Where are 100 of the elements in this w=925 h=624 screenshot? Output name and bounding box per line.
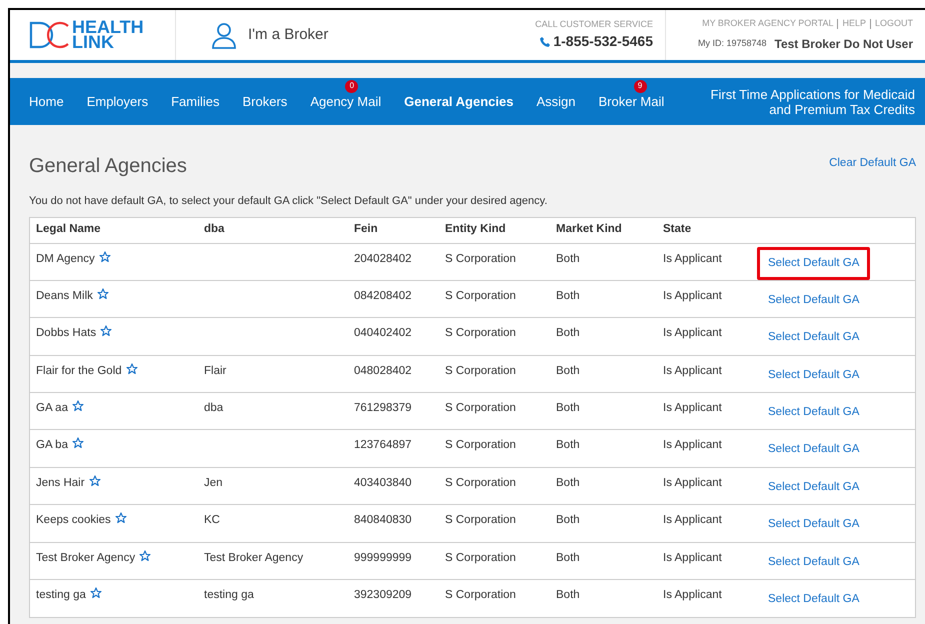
table-cell: Flair for the Gold bbox=[36, 364, 122, 377]
header-link[interactable]: MY BROKER AGENCY PORTAL bbox=[702, 17, 834, 31]
table-cell: Both bbox=[556, 476, 580, 489]
star-icon[interactable] bbox=[139, 550, 152, 562]
nav-link[interactable]: Brokers bbox=[242, 94, 288, 109]
logo-text: HEALTH bbox=[72, 20, 144, 35]
table-cell: Both bbox=[556, 589, 580, 602]
nav-link[interactable]: Assign bbox=[536, 94, 576, 109]
table-cell: Is Applicant bbox=[663, 364, 722, 377]
table-cell: testing ga bbox=[204, 589, 254, 602]
table-cell: KC bbox=[204, 514, 220, 526]
table-cell: Both bbox=[556, 402, 580, 414]
table-cell: 040402402 bbox=[354, 327, 412, 340]
table-cell: Is Applicant bbox=[663, 402, 722, 414]
table-cell: Deans Milk bbox=[36, 290, 93, 302]
table-cell: Both bbox=[556, 290, 580, 302]
table-cell: Dobbs Hats bbox=[36, 327, 96, 340]
table-cell: S Corporation bbox=[445, 552, 516, 564]
nav-link[interactable]: Families bbox=[171, 94, 220, 109]
column-header: Fein bbox=[354, 223, 378, 236]
table-cell: Both bbox=[556, 252, 580, 264]
phone-icon bbox=[539, 36, 552, 48]
column-header: Market Kind bbox=[556, 223, 622, 236]
table-cell: 084208402 bbox=[354, 290, 412, 302]
table-cell: Test Broker Agency bbox=[204, 552, 304, 564]
table-cell: Test Broker Agency bbox=[36, 552, 136, 564]
column-header: State bbox=[663, 223, 692, 236]
table-cell: 204028402 bbox=[354, 252, 412, 264]
user-name: Test Broker Do Not User bbox=[774, 36, 913, 53]
table-cell: testing ga bbox=[36, 589, 86, 602]
table-cell: S Corporation bbox=[445, 290, 516, 302]
select-default-link[interactable]: Select Default GA bbox=[757, 433, 870, 467]
select-default-link[interactable]: Select Default GA bbox=[757, 583, 870, 616]
table-cell: Flair bbox=[204, 364, 226, 377]
select-default-link[interactable]: Select Default GA bbox=[757, 470, 870, 504]
select-default-link[interactable]: Select Default GA bbox=[757, 508, 870, 542]
select-default-link[interactable]: Select Default GA bbox=[757, 358, 870, 392]
table-cell: 403403840 bbox=[354, 476, 412, 489]
table-cell: S Corporation bbox=[445, 327, 516, 340]
star-icon[interactable] bbox=[126, 362, 138, 375]
service-label: CALL CUSTOMER SERVICE bbox=[535, 18, 653, 31]
table-cell: S Corporation bbox=[445, 514, 516, 526]
table-cell: Is Applicant bbox=[663, 290, 722, 302]
table-cell: Keeps cookies bbox=[36, 514, 111, 526]
page-title: General Agencies bbox=[29, 154, 187, 179]
my-id: My ID: 19758748 bbox=[698, 37, 767, 50]
star-icon[interactable] bbox=[100, 325, 112, 338]
table-cell: Jens Hair bbox=[36, 476, 85, 489]
table-cell: Is Applicant bbox=[663, 589, 722, 602]
column-header: dba bbox=[204, 223, 224, 236]
role-label: I'm a Broker bbox=[248, 24, 328, 45]
notice-text: You do not have default GA, to select your default GA click "Select Default GA" under your desired agency. bbox=[29, 194, 548, 209]
table-cell: 999999999 bbox=[354, 552, 412, 564]
table-cell: 840840830 bbox=[354, 514, 412, 526]
table-cell: 048028402 bbox=[354, 364, 412, 377]
nav-link[interactable]: Agency Mail bbox=[310, 94, 382, 109]
table-cell: Jen bbox=[204, 476, 223, 489]
table-cell: S Corporation bbox=[445, 589, 516, 602]
table-cell: DM Agency bbox=[36, 252, 95, 264]
nav-link[interactable]: General Agencies bbox=[404, 94, 514, 109]
star-icon[interactable] bbox=[88, 474, 101, 487]
table-cell: 123764897 bbox=[354, 439, 412, 452]
table-cell: GA aa bbox=[36, 402, 68, 414]
select-default-link[interactable]: Select Default GA bbox=[757, 246, 870, 280]
select-default-link[interactable]: Select Default GA bbox=[757, 284, 870, 318]
select-default-link[interactable]: Select Default GA bbox=[757, 546, 870, 579]
table-cell: Is Applicant bbox=[663, 327, 722, 340]
table-cell: S Corporation bbox=[445, 364, 516, 377]
star-icon[interactable] bbox=[72, 437, 84, 450]
table-cell: Both bbox=[556, 552, 580, 564]
header-link[interactable]: HELP bbox=[842, 17, 866, 31]
select-default-link[interactable]: Select Default GA bbox=[757, 396, 870, 430]
logo-text: LINK bbox=[72, 35, 114, 50]
nav-link[interactable]: Employers bbox=[86, 94, 148, 109]
table-cell: S Corporation bbox=[445, 476, 516, 489]
column-header: Entity Kind bbox=[445, 223, 506, 236]
header-link[interactable]: LOGOUT bbox=[874, 17, 913, 31]
nav-link[interactable]: Home bbox=[29, 94, 64, 109]
nav-link[interactable]: Broker Mail bbox=[598, 94, 664, 109]
select-default-link[interactable]: Select Default GA bbox=[757, 321, 870, 355]
table-cell: Both bbox=[556, 439, 580, 452]
logo[interactable]: HEALTH LINK bbox=[28, 20, 144, 50]
table-cell: Is Applicant bbox=[663, 476, 722, 489]
star-icon[interactable] bbox=[90, 587, 102, 600]
nav-link[interactable]: First Time Applications for Medicaid and Premium Tax Credits bbox=[687, 86, 915, 116]
star-icon[interactable] bbox=[114, 512, 127, 524]
column-header: Legal Name bbox=[36, 223, 101, 236]
table-cell: S Corporation bbox=[445, 402, 516, 414]
star-icon[interactable] bbox=[72, 400, 84, 412]
star-icon[interactable] bbox=[98, 250, 111, 262]
count-badge: 9 bbox=[634, 80, 647, 93]
table-cell: Both bbox=[556, 327, 580, 340]
table-cell: Is Applicant bbox=[663, 552, 722, 564]
star-icon[interactable] bbox=[96, 288, 109, 300]
table-cell: Is Applicant bbox=[663, 514, 722, 526]
clear-default-link[interactable]: Clear Default GA bbox=[829, 155, 916, 172]
phone-number: 1-855-532-5465 bbox=[553, 32, 653, 52]
table-cell: 392309209 bbox=[354, 589, 412, 602]
table-cell: Is Applicant bbox=[663, 252, 722, 264]
table-cell: S Corporation bbox=[445, 252, 516, 264]
